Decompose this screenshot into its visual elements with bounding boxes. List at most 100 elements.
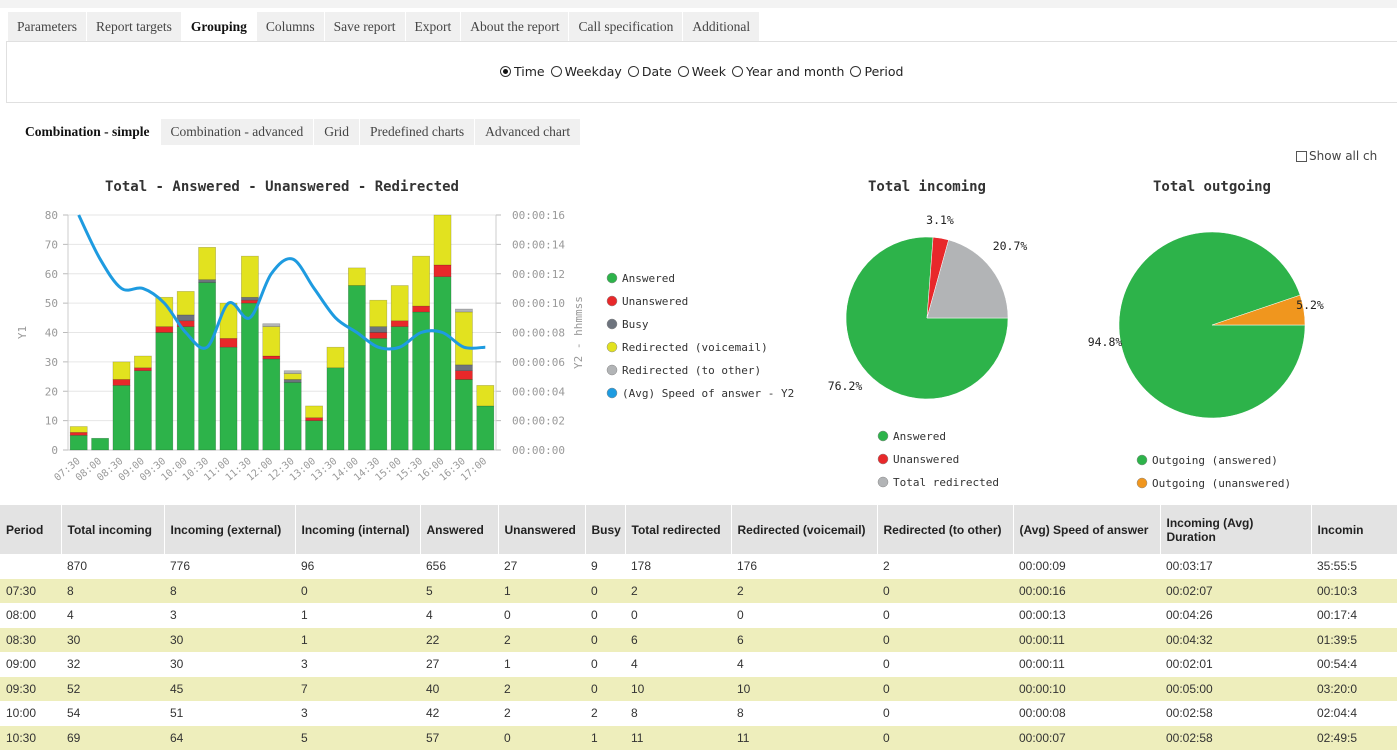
bar-segment: [112, 361, 131, 380]
table-cell: 4: [420, 603, 498, 628]
tab-advanced-chart[interactable]: Advanced chart: [475, 119, 582, 145]
legend-marker: [606, 295, 618, 307]
table-cell: 2: [731, 578, 877, 603]
grouping-radio-group: Time Weekday Date Week Year and month Pe…: [500, 64, 903, 79]
tab-call-specification[interactable]: Call specification: [569, 12, 684, 41]
radio-icon: [731, 66, 743, 77]
table-cell: 9: [585, 554, 625, 579]
table-cell: 0: [585, 578, 625, 603]
tab-report-targets[interactable]: Report targets: [86, 12, 182, 41]
table-cell: 0: [585, 627, 625, 652]
column-header[interactable]: Busy: [585, 505, 626, 554]
column-header[interactable]: Period: [0, 505, 62, 554]
table-cell: 30: [164, 627, 295, 652]
bar-segment: [112, 379, 131, 386]
table-cell: 1: [295, 627, 420, 652]
radio-date-label: Date: [641, 64, 672, 79]
radio-week-label: Week: [691, 64, 726, 79]
table-cell: 00:54:4: [1311, 652, 1397, 677]
table-cell: 00:00:16: [1013, 578, 1160, 603]
table-row[interactable]: 08:00 4 3 1 4 0 0 0 0 0 00:00:13 00:04:26 00:17:4: [0, 603, 1397, 628]
tab-parameters[interactable]: Parameters: [8, 12, 87, 41]
bar-segment: [219, 302, 238, 339]
table-row[interactable]: 09:00 32 30 3 27 1 0 4 4 0 00:00:11 00:02:01 00:54:4: [0, 652, 1397, 677]
table-cell: 10:00: [0, 701, 61, 726]
bar-segment: [262, 355, 281, 360]
tab-predefined-charts[interactable]: Predefined charts: [359, 119, 476, 145]
table-row[interactable]: 08:30 30 30 1 22 2 0 6 6 0 00:00:11 00:04:32 01:39:5: [0, 627, 1397, 652]
column-header[interactable]: Incoming (internal): [295, 505, 421, 554]
legend-label: Redirected (to other): [622, 364, 761, 377]
table-cell: 07:30: [0, 578, 61, 603]
table-cell: 10:30: [0, 725, 61, 750]
top-strip: [0, 0, 1397, 8]
tab-combination-simple[interactable]: Combination - simple: [15, 119, 161, 145]
table-cell: 8: [61, 578, 164, 603]
tab-export[interactable]: Export: [405, 12, 462, 41]
table-cell: 0: [731, 603, 877, 628]
radio-time[interactable]: Time: [500, 64, 545, 79]
table-cell: 96: [295, 554, 420, 579]
bar-segment: [176, 291, 195, 316]
table-cell: 4: [625, 652, 731, 677]
column-header[interactable]: (Avg) Speed of answer: [1013, 505, 1161, 554]
tab-combination-advanced[interactable]: Combination - advanced: [160, 119, 315, 145]
column-header[interactable]: Incomin: [1311, 505, 1397, 554]
y2-tick-label: 00:00:02: [512, 415, 565, 428]
radio-period[interactable]: Period: [850, 64, 903, 79]
column-header[interactable]: Total incoming: [61, 505, 165, 554]
table-cell: 1: [498, 652, 585, 677]
y2-tick-label: 00:00:06: [512, 356, 565, 369]
radio-week[interactable]: Week: [677, 64, 726, 79]
table-row[interactable]: 10:30 69 64 5 57 0 1 11 11 0 00:00:07 00:02:58 02:49…: [0, 725, 1397, 750]
legend-label: Outgoing (unanswered): [1152, 477, 1291, 490]
radio-year-month[interactable]: Year and month: [731, 64, 844, 79]
column-header[interactable]: Incoming (Avg) Duration: [1160, 505, 1312, 554]
legend-marker: [606, 364, 618, 376]
tab-save-report[interactable]: Save report: [324, 12, 406, 41]
pie-value-label: 76.2%: [828, 379, 863, 393]
column-header[interactable]: Answered: [420, 505, 499, 554]
table-row[interactable]: 10:00 54 51 3 42 2 2 8 8 0 00:00:08 00:02:58 02:04:4: [0, 701, 1397, 726]
column-header[interactable]: Redirected (voicemail): [731, 505, 878, 554]
bar-segment: [412, 305, 430, 313]
y2-tick-label: 00:00:08: [512, 327, 565, 340]
radio-date[interactable]: Date: [627, 64, 672, 79]
table-cell: 870: [61, 554, 164, 579]
column-header[interactable]: Total redirected: [625, 505, 732, 554]
legend-marker: [606, 387, 618, 399]
table-cell: 0: [877, 627, 1013, 652]
table-cell: 08:30: [0, 627, 61, 652]
bar-segment: [476, 405, 495, 451]
table-cell: 0: [585, 603, 625, 628]
table-cell: 2: [585, 701, 625, 726]
bar-segment: [348, 267, 366, 286]
bar-segment: [326, 367, 345, 451]
table-cell: 69: [61, 725, 164, 750]
table-row[interactable]: 09:30 52 45 7 40 2 0 10 10 0 00:00:10 00:05:00 03:20…: [0, 676, 1397, 701]
bar-segment: [455, 370, 473, 380]
tab-additional[interactable]: Additional: [683, 12, 761, 41]
radio-selected-icon: [500, 66, 511, 77]
column-header[interactable]: Incoming (external): [164, 505, 296, 554]
radio-icon: [627, 66, 639, 77]
totals-row[interactable]: 870 776 96 656 27 9 178 176 2 00:00:09 00:03:17 35:…: [0, 554, 1397, 579]
bar-segment: [155, 332, 174, 451]
bar-segment: [176, 326, 195, 451]
tab-about-report[interactable]: About the report: [461, 12, 570, 41]
tab-columns[interactable]: Columns: [256, 12, 325, 41]
tab-grid[interactable]: Grid: [314, 119, 360, 145]
table-cell: 00:05:00: [1160, 676, 1311, 701]
tab-grouping[interactable]: Grouping: [181, 12, 257, 41]
bar-segment: [283, 370, 302, 374]
table-cell: 00:02:58: [1160, 725, 1311, 750]
table-cell: 7: [295, 676, 420, 701]
radio-weekday[interactable]: Weekday: [550, 64, 622, 79]
pie-value-label: 3.1%: [926, 213, 954, 227]
table-cell: 00:04:26: [1160, 603, 1311, 628]
column-header[interactable]: Redirected (to other): [877, 505, 1014, 554]
table-row[interactable]: 07:30 8 8 0 5 1 0 2 2 0 00:00:16 00:02:07 00:10:3: [0, 578, 1397, 603]
table-cell: [0, 554, 61, 579]
column-header[interactable]: Unanswered: [498, 505, 586, 554]
table-cell: 09:30: [0, 676, 61, 701]
